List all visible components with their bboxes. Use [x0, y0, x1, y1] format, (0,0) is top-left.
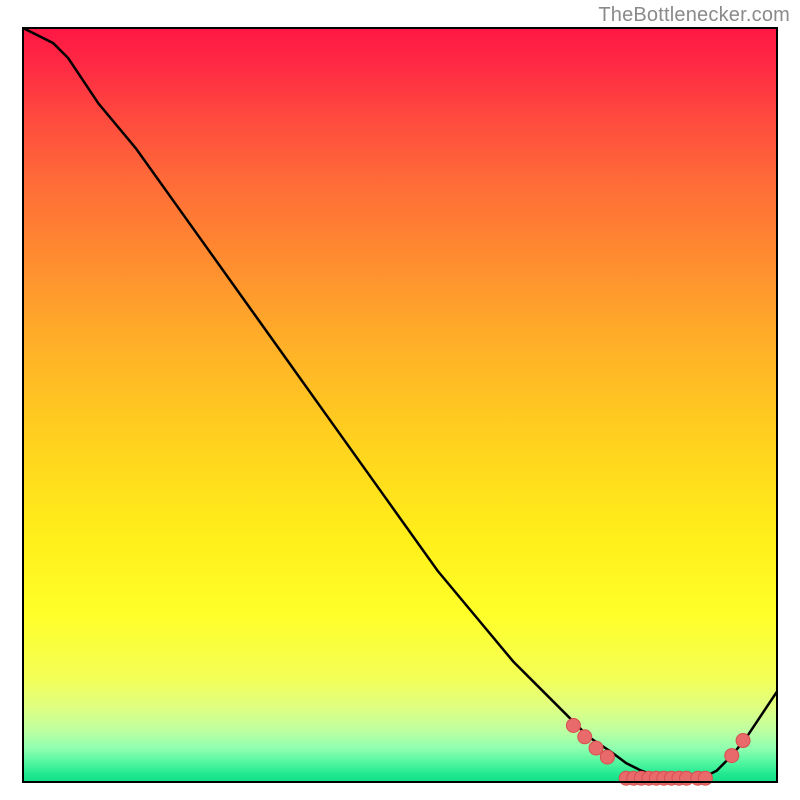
- marker-dot: [725, 749, 739, 763]
- marker-dot: [698, 771, 712, 785]
- marker-dot: [566, 718, 580, 732]
- marker-dot: [736, 734, 750, 748]
- chart-container: TheBottlenecker.com: [0, 0, 800, 800]
- marker-dot: [589, 741, 603, 755]
- marker-dot: [600, 750, 614, 764]
- plot-background: [23, 28, 777, 782]
- marker-dot: [578, 730, 592, 744]
- chart-svg: [0, 0, 800, 800]
- attribution-label: TheBottlenecker.com: [598, 4, 790, 27]
